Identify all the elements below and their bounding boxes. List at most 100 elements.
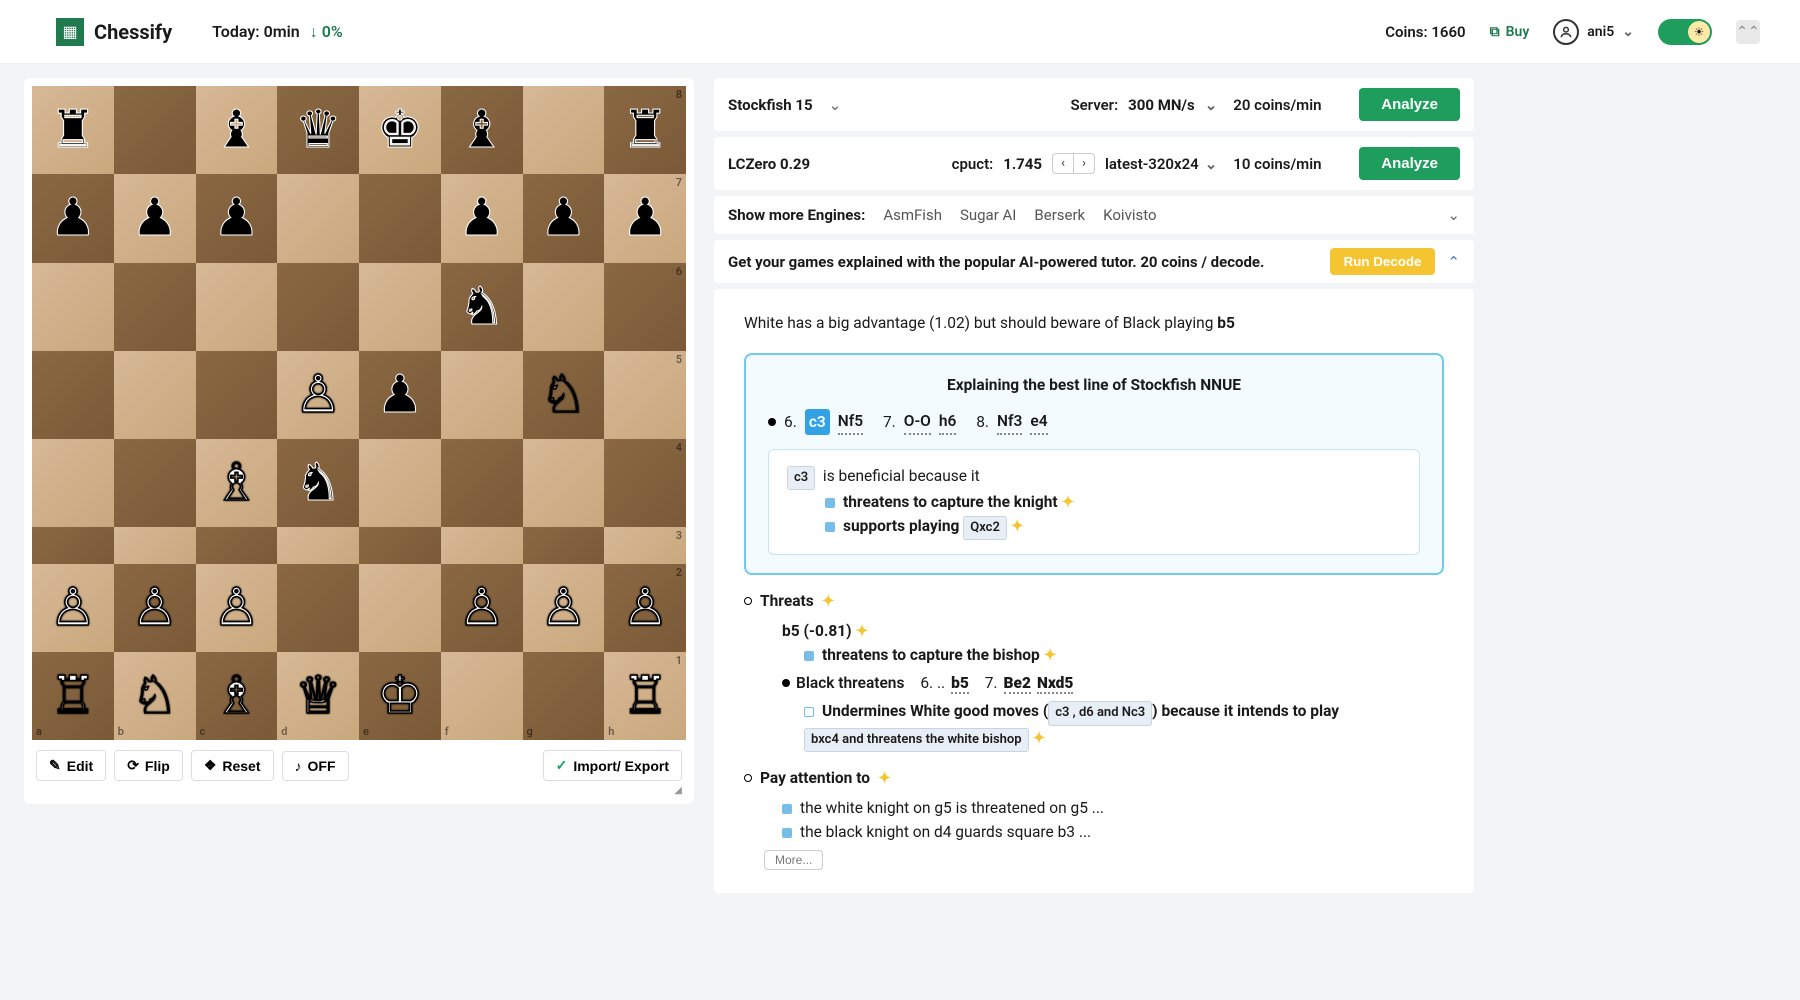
resize-handle[interactable]: ◢ [32, 785, 686, 796]
square-f3[interactable] [441, 527, 523, 563]
square-b1[interactable]: ♘b [114, 652, 196, 740]
square-h4[interactable]: 4 [604, 439, 686, 527]
black-bishop[interactable]: ♝ [213, 104, 260, 156]
buy-button[interactable]: ⧉ Buy [1490, 24, 1530, 40]
square-b3[interactable] [114, 527, 196, 563]
square-g1[interactable]: g [523, 652, 605, 740]
white-pawn[interactable]: ♙ [131, 582, 178, 634]
square-e4[interactable] [359, 439, 441, 527]
cpuct-stepper[interactable]: ‹› [1052, 153, 1095, 174]
black-pawn[interactable]: ♟ [213, 192, 260, 244]
white-knight[interactable]: ♘ [131, 670, 178, 722]
more-button[interactable]: More... [764, 850, 823, 870]
user-menu[interactable]: ani5 ⌄ [1553, 19, 1634, 45]
collapse-up-icon[interactable]: ⌃⌃ [1736, 20, 1760, 44]
white-pawn[interactable]: ♙ [540, 582, 587, 634]
square-h5[interactable]: 5 [604, 351, 686, 439]
reset-button[interactable]: ❖Reset [191, 750, 274, 781]
square-e6[interactable] [359, 263, 441, 351]
black-pawn[interactable]: ♟ [622, 192, 669, 244]
square-d3[interactable] [277, 527, 359, 563]
square-d5[interactable]: ♙ [277, 351, 359, 439]
square-c8[interactable]: ♝ [196, 86, 278, 174]
move-c3[interactable]: c3 [805, 409, 830, 435]
white-rook[interactable]: ♖ [50, 670, 97, 722]
white-queen[interactable]: ♕ [295, 670, 342, 722]
black-knight[interactable]: ♞ [295, 457, 342, 509]
square-d4[interactable]: ♞ [277, 439, 359, 527]
white-bishop[interactable]: ♗ [213, 457, 260, 509]
move-e4[interactable]: e4 [1030, 409, 1047, 435]
square-b2[interactable]: ♙ [114, 564, 196, 652]
black-rook[interactable]: ♜ [50, 104, 97, 156]
square-a4[interactable] [32, 439, 114, 527]
move-oo[interactable]: O-O [904, 409, 931, 435]
black-pawn[interactable]: ♟ [50, 192, 97, 244]
black-pawn[interactable]: ♟ [131, 192, 178, 244]
chess-board[interactable]: ♜♝♛♚♝♜8♟♟♟♟♟♟7♞6♙♟♘5♗♞43♙♙♙♙♙♙2♖a♘b♗c♕d♔… [32, 86, 686, 740]
square-f5[interactable] [441, 351, 523, 439]
black-king[interactable]: ♚ [377, 104, 424, 156]
square-g7[interactable]: ♟ [523, 174, 605, 262]
square-h8[interactable]: ♜8 [604, 86, 686, 174]
collapse-up-icon[interactable]: ⌃ [1447, 253, 1460, 271]
square-d8[interactable]: ♛ [277, 86, 359, 174]
square-b4[interactable] [114, 439, 196, 527]
square-b7[interactable]: ♟ [114, 174, 196, 262]
square-f2[interactable]: ♙ [441, 564, 523, 652]
square-h2[interactable]: ♙2 [604, 564, 686, 652]
run-decode-button[interactable]: Run Decode [1330, 248, 1436, 275]
sound-off-button[interactable]: ♪OFF [282, 751, 349, 781]
black-knight[interactable]: ♞ [458, 281, 505, 333]
square-c2[interactable]: ♙ [196, 564, 278, 652]
square-f8[interactable]: ♝ [441, 86, 523, 174]
square-d6[interactable] [277, 263, 359, 351]
square-a2[interactable]: ♙ [32, 564, 114, 652]
square-e7[interactable] [359, 174, 441, 262]
black-bishop[interactable]: ♝ [458, 104, 505, 156]
black-pawn[interactable]: ♟ [377, 369, 424, 421]
square-c7[interactable]: ♟ [196, 174, 278, 262]
analyze-button[interactable]: Analyze [1359, 147, 1460, 180]
square-e8[interactable]: ♚ [359, 86, 441, 174]
square-g3[interactable] [523, 527, 605, 563]
white-knight[interactable]: ♘ [540, 369, 587, 421]
square-e3[interactable] [359, 527, 441, 563]
square-a3[interactable] [32, 527, 114, 563]
square-c4[interactable]: ♗ [196, 439, 278, 527]
import-export-button[interactable]: ✓Import/ Export [543, 750, 682, 781]
chevron-down-icon[interactable]: ⌄ [1205, 96, 1218, 114]
square-a8[interactable]: ♜ [32, 86, 114, 174]
square-h6[interactable]: 6 [604, 263, 686, 351]
white-pawn[interactable]: ♙ [295, 369, 342, 421]
white-pawn[interactable]: ♙ [50, 582, 97, 634]
theme-toggle[interactable]: ☀ [1658, 19, 1712, 45]
square-g5[interactable]: ♘ [523, 351, 605, 439]
square-c5[interactable] [196, 351, 278, 439]
square-g2[interactable]: ♙ [523, 564, 605, 652]
black-queen[interactable]: ♛ [295, 104, 342, 156]
square-b5[interactable] [114, 351, 196, 439]
chevron-down-icon[interactable]: ⌄ [1447, 206, 1460, 224]
square-a5[interactable] [32, 351, 114, 439]
move-nf3[interactable]: Nf3 [997, 409, 1022, 435]
white-king[interactable]: ♔ [377, 670, 424, 722]
flip-button[interactable]: ⟳Flip [114, 750, 183, 781]
white-pawn[interactable]: ♙ [622, 582, 669, 634]
net-select[interactable]: latest-320x24 ⌄ [1105, 155, 1217, 173]
square-d1[interactable]: ♕d [277, 652, 359, 740]
black-pawn[interactable]: ♟ [540, 192, 587, 244]
square-g6[interactable] [523, 263, 605, 351]
square-b6[interactable] [114, 263, 196, 351]
square-b8[interactable] [114, 86, 196, 174]
square-a7[interactable]: ♟ [32, 174, 114, 262]
square-d7[interactable] [277, 174, 359, 262]
white-bishop[interactable]: ♗ [213, 670, 260, 722]
square-a1[interactable]: ♖a [32, 652, 114, 740]
brand-logo[interactable]: ▦ Chessify [56, 18, 172, 46]
move-h6[interactable]: h6 [939, 409, 957, 435]
square-g8[interactable] [523, 86, 605, 174]
more-engines-row[interactable]: Show more Engines: AsmFish Sugar AI Bers… [714, 196, 1474, 234]
square-h7[interactable]: ♟7 [604, 174, 686, 262]
square-f1[interactable]: f [441, 652, 523, 740]
